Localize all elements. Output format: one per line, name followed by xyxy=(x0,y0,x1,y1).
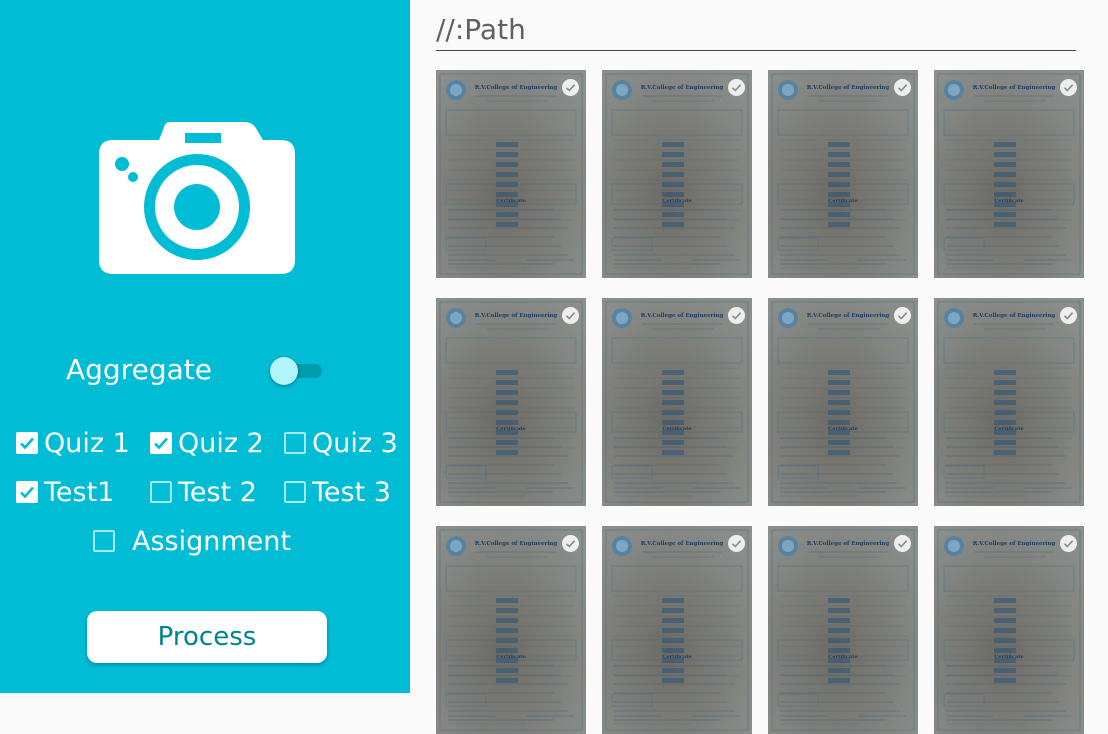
document-preview: R.V.College of Engineering Certificate xyxy=(768,70,918,278)
document-preview: R.V.College of Engineering Certificate xyxy=(768,526,918,734)
document-certificate-label: Certificate xyxy=(662,426,691,432)
selected-check-icon[interactable] xyxy=(562,79,579,96)
selected-check-icon[interactable] xyxy=(894,79,911,96)
camera-icon[interactable] xyxy=(99,120,295,276)
process-button[interactable]: Process xyxy=(87,611,327,663)
document-header: R.V.College of Engineering xyxy=(475,313,558,319)
document-header: R.V.College of Engineering xyxy=(973,85,1056,91)
document-header: R.V.College of Engineering xyxy=(475,541,558,547)
checkbox-test-2[interactable]: Test 2 xyxy=(150,472,257,512)
document-certificate-label: Certificate xyxy=(828,426,857,432)
document-header: R.V.College of Engineering xyxy=(641,541,724,547)
gallery-thumbnail[interactable]: R.V.College of Engineering Certificate xyxy=(934,70,1084,278)
selected-check-icon[interactable] xyxy=(562,535,579,552)
document-preview: R.V.College of Engineering Certificate xyxy=(602,526,752,734)
document-preview: R.V.College of Engineering Certificate xyxy=(934,526,1084,734)
checkbox-box xyxy=(93,530,115,552)
document-header: R.V.College of Engineering xyxy=(641,85,724,91)
document-certificate-label: Certificate xyxy=(662,654,691,660)
checkbox-label: Test 2 xyxy=(178,476,257,508)
document-preview: R.V.College of Engineering Certificate xyxy=(934,70,1084,278)
document-header: R.V.College of Engineering xyxy=(807,541,890,547)
document-certificate-label: Certificate xyxy=(994,198,1023,204)
gallery-thumbnail[interactable]: R.V.College of Engineering Certificate xyxy=(768,70,918,278)
checkbox-box xyxy=(16,432,38,454)
selected-check-icon[interactable] xyxy=(1060,79,1077,96)
gallery-thumbnail[interactable]: R.V.College of Engineering Certificate xyxy=(602,526,752,734)
gallery-thumbnail[interactable]: R.V.College of Engineering Certificate xyxy=(602,298,752,506)
gallery-thumbnail[interactable]: R.V.College of Engineering Certificate xyxy=(436,298,586,506)
document-preview: R.V.College of Engineering Certificate xyxy=(602,70,752,278)
document-certificate-label: Certificate xyxy=(496,654,525,660)
checkbox-box xyxy=(16,481,38,503)
checkbox-label: Assignment xyxy=(132,525,291,557)
gallery-thumbnail[interactable]: R.V.College of Engineering Certificate xyxy=(768,526,918,734)
document-preview: R.V.College of Engineering Certificate xyxy=(602,298,752,506)
toggle-thumb xyxy=(270,357,298,385)
path-input[interactable] xyxy=(436,8,1076,51)
selected-check-icon[interactable] xyxy=(1060,307,1077,324)
document-preview: R.V.College of Engineering Certificate xyxy=(436,298,586,506)
gallery-thumbnail[interactable]: R.V.College of Engineering Certificate xyxy=(436,70,586,278)
checkbox-box xyxy=(150,432,172,454)
selected-check-icon[interactable] xyxy=(894,535,911,552)
selected-check-icon[interactable] xyxy=(728,535,745,552)
checkbox-quiz-1[interactable]: Quiz 1 xyxy=(16,423,130,463)
gallery-panel: R.V.College of Engineering Certificate R… xyxy=(410,0,1108,734)
checkbox-assignment[interactable]: Assignment xyxy=(93,521,291,561)
checkbox-label: Quiz 2 xyxy=(178,427,264,459)
gallery-thumbnail[interactable]: R.V.College of Engineering Certificate xyxy=(934,298,1084,506)
document-certificate-label: Certificate xyxy=(662,198,691,204)
selected-check-icon[interactable] xyxy=(562,307,579,324)
selected-check-icon[interactable] xyxy=(894,307,911,324)
checkbox-label: Quiz 3 xyxy=(312,427,398,459)
checkbox-label: Test1 xyxy=(44,476,115,508)
checkbox-quiz-2[interactable]: Quiz 2 xyxy=(150,423,264,463)
document-preview: R.V.College of Engineering Certificate xyxy=(934,298,1084,506)
checkbox-test-1[interactable]: Test1 xyxy=(16,472,114,512)
document-header: R.V.College of Engineering xyxy=(807,85,890,91)
document-certificate-label: Certificate xyxy=(994,654,1023,660)
document-preview: R.V.College of Engineering Certificate xyxy=(768,298,918,506)
document-header: R.V.College of Engineering xyxy=(475,85,558,91)
gallery-thumbnail[interactable]: R.V.College of Engineering Certificate xyxy=(768,298,918,506)
selected-check-icon[interactable] xyxy=(728,307,745,324)
document-certificate-label: Certificate xyxy=(496,198,525,204)
checkbox-quiz-3[interactable]: Quiz 3 xyxy=(284,423,398,463)
gallery-thumbnail[interactable]: R.V.College of Engineering Certificate xyxy=(602,70,752,278)
checkbox-label: Quiz 1 xyxy=(44,427,130,459)
document-preview: R.V.College of Engineering Certificate xyxy=(436,526,586,734)
selected-check-icon[interactable] xyxy=(728,79,745,96)
aggregate-label: Aggregate xyxy=(66,353,212,386)
document-header: R.V.College of Engineering xyxy=(973,541,1056,547)
document-preview: R.V.College of Engineering Certificate xyxy=(436,70,586,278)
document-header: R.V.College of Engineering xyxy=(807,313,890,319)
document-certificate-label: Certificate xyxy=(828,654,857,660)
document-header: R.V.College of Engineering xyxy=(973,313,1056,319)
checkbox-box xyxy=(284,481,306,503)
checkbox-box xyxy=(284,432,306,454)
gallery-thumbnail[interactable]: R.V.College of Engineering Certificate xyxy=(934,526,1084,734)
document-header: R.V.College of Engineering xyxy=(641,313,724,319)
selected-check-icon[interactable] xyxy=(1060,535,1077,552)
aggregate-toggle[interactable] xyxy=(270,356,324,386)
checkbox-box xyxy=(150,481,172,503)
checkbox-test-3[interactable]: Test 3 xyxy=(284,472,391,512)
document-certificate-label: Certificate xyxy=(994,426,1023,432)
checkbox-label: Test 3 xyxy=(312,476,391,508)
document-certificate-label: Certificate xyxy=(496,426,525,432)
document-certificate-label: Certificate xyxy=(828,198,857,204)
control-panel: Aggregate Quiz 1 Quiz 2 Quiz 3 Test1 Tes… xyxy=(0,0,410,693)
gallery-thumbnail[interactable]: R.V.College of Engineering Certificate xyxy=(436,526,586,734)
